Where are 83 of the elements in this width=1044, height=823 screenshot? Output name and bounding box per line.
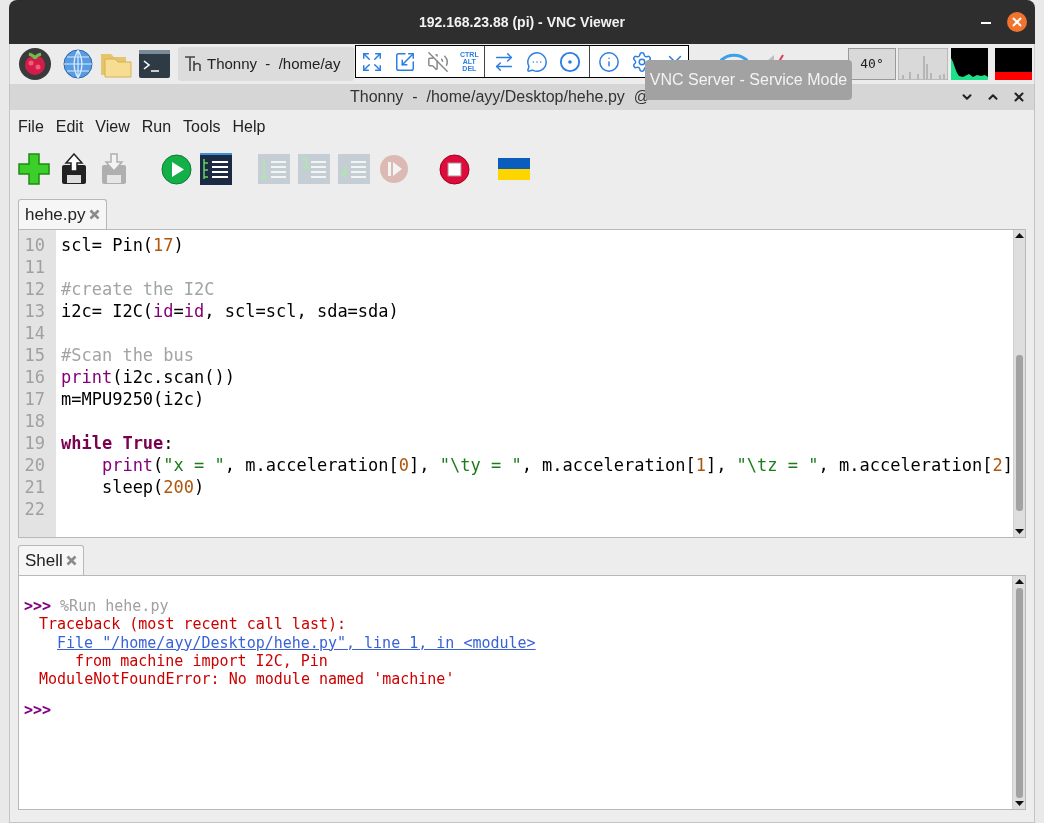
scroll-down-icon[interactable] <box>1013 799 1025 809</box>
floppy-download-icon <box>100 153 128 185</box>
new-file-button[interactable] <box>18 151 50 187</box>
scrollbar[interactable] <box>1013 230 1025 537</box>
code-line: i2c= I2C(id=id, scl=scl, sda=sda) <box>61 300 399 322</box>
traceback-link[interactable]: File "/home/ayy/Desktop/hehe.py", line 1, in <module> <box>57 633 536 652</box>
code-line: scl= Pin(17) <box>61 234 184 256</box>
line-number: 11 <box>23 256 46 278</box>
scrollbar-thumb[interactable] <box>1015 588 1023 798</box>
step-list-icon <box>258 154 290 184</box>
shell-panel[interactable]: >>> %Run hehe.py Traceback (most recent call last): File "/home/ayy/Desktop/hehe.py", line 1, in <module> from machine import I2C, Pin ModuleNotFoundError: No module named 'machine' >>> <box>18 575 1026 810</box>
stop-icon <box>438 153 470 185</box>
shell-prompt: >>> <box>24 597 52 616</box>
line-number: 14 <box>23 322 46 344</box>
shell-command: %Run hehe.py <box>60 597 169 616</box>
code-line: #Scan the bus <box>61 344 195 366</box>
scroll-up-icon[interactable] <box>1013 576 1025 586</box>
resume-icon <box>379 154 409 184</box>
close-icon[interactable] <box>1012 90 1026 104</box>
scroll-up-icon[interactable] <box>1014 230 1025 240</box>
line-number: 19 <box>23 432 46 454</box>
chat-icon[interactable] <box>525 50 548 73</box>
scale-icon[interactable] <box>394 50 416 73</box>
close-icon[interactable] <box>1007 12 1027 32</box>
record-icon[interactable] <box>558 50 581 73</box>
menu-item[interactable]: View <box>95 115 130 139</box>
menu-item[interactable]: Tools <box>183 115 221 139</box>
code-line: print("x = ", m.acceleration[0], "\ty = ", m.acceleration[1], "\tz = ", m.acceleration[2] <box>101 454 1013 476</box>
info-icon[interactable] <box>597 50 620 73</box>
menu-item[interactable]: File <box>18 115 44 139</box>
minimize-icon[interactable] <box>981 22 991 25</box>
scroll-down-icon[interactable] <box>1014 527 1025 537</box>
menu-item[interactable]: Edit <box>55 115 84 139</box>
menu-item[interactable]: Run <box>141 115 172 139</box>
line-number: 12 <box>23 278 46 300</box>
tab[interactable]: hehe.py <box>18 199 107 229</box>
line-number: 17 <box>23 388 46 410</box>
scrollbar-thumb[interactable] <box>1016 355 1023 511</box>
fullscreen-icon[interactable] <box>361 50 383 73</box>
network-graph[interactable] <box>951 48 988 80</box>
terminal-icon[interactable] <box>139 50 170 78</box>
stop-button[interactable] <box>438 151 470 187</box>
step-list-icon <box>338 154 370 184</box>
tab-label: hehe.py <box>25 203 86 226</box>
temperature-monitor[interactable]: 40° <box>848 48 896 80</box>
raspberry-icon[interactable] <box>18 47 52 81</box>
app-icon <box>183 54 203 74</box>
mute-icon[interactable] <box>427 50 449 73</box>
debug-button[interactable] <box>200 151 232 187</box>
plus-icon <box>18 153 50 185</box>
line-number: 10 <box>23 234 46 256</box>
tab[interactable]: Shell <box>18 545 84 575</box>
tooltip-text: VNC Server - Service Mode <box>649 70 848 90</box>
globe-icon[interactable] <box>62 48 94 80</box>
window-title: 192.168.23.88 (pi) - VNC Viewer <box>419 12 625 32</box>
play-icon <box>160 153 192 185</box>
memory-graph[interactable] <box>995 48 1032 80</box>
scrollbar[interactable] <box>1012 576 1025 809</box>
menu-item[interactable]: Help <box>232 115 266 139</box>
line-number: 16 <box>23 366 46 388</box>
code-line: m=MPU9250(i2c) <box>61 388 205 410</box>
line-number: 18 <box>23 410 46 432</box>
error-message: ModuleNotFoundError: No module named 'machine' <box>39 670 455 689</box>
task-button[interactable]: Thonny - /home/ay <box>178 47 354 81</box>
temperature-reading: 40° <box>860 55 884 74</box>
tab-label: Shell <box>25 549 63 572</box>
line-number: 21 <box>23 476 46 498</box>
error-source-line: from machine import I2C, Pin <box>75 651 328 670</box>
step-list-icon <box>298 154 330 184</box>
code-line: sleep(200) <box>101 476 205 498</box>
line-number: 13 <box>23 300 46 322</box>
code-line: while True: <box>61 432 174 454</box>
code-line: print(i2c.scan()) <box>61 366 235 388</box>
debug-list-icon <box>200 153 232 185</box>
code-line: #create the I2C <box>61 278 215 300</box>
error-message: Traceback (most recent call last): <box>39 615 347 634</box>
run-button[interactable] <box>160 151 192 187</box>
line-number: 15 <box>23 344 46 366</box>
shell-prompt: >>> <box>24 701 52 720</box>
line-number: 20 <box>23 454 46 476</box>
line-number: 22 <box>23 498 46 520</box>
flag-icon <box>498 158 530 180</box>
floppy-upload-icon <box>60 153 88 185</box>
